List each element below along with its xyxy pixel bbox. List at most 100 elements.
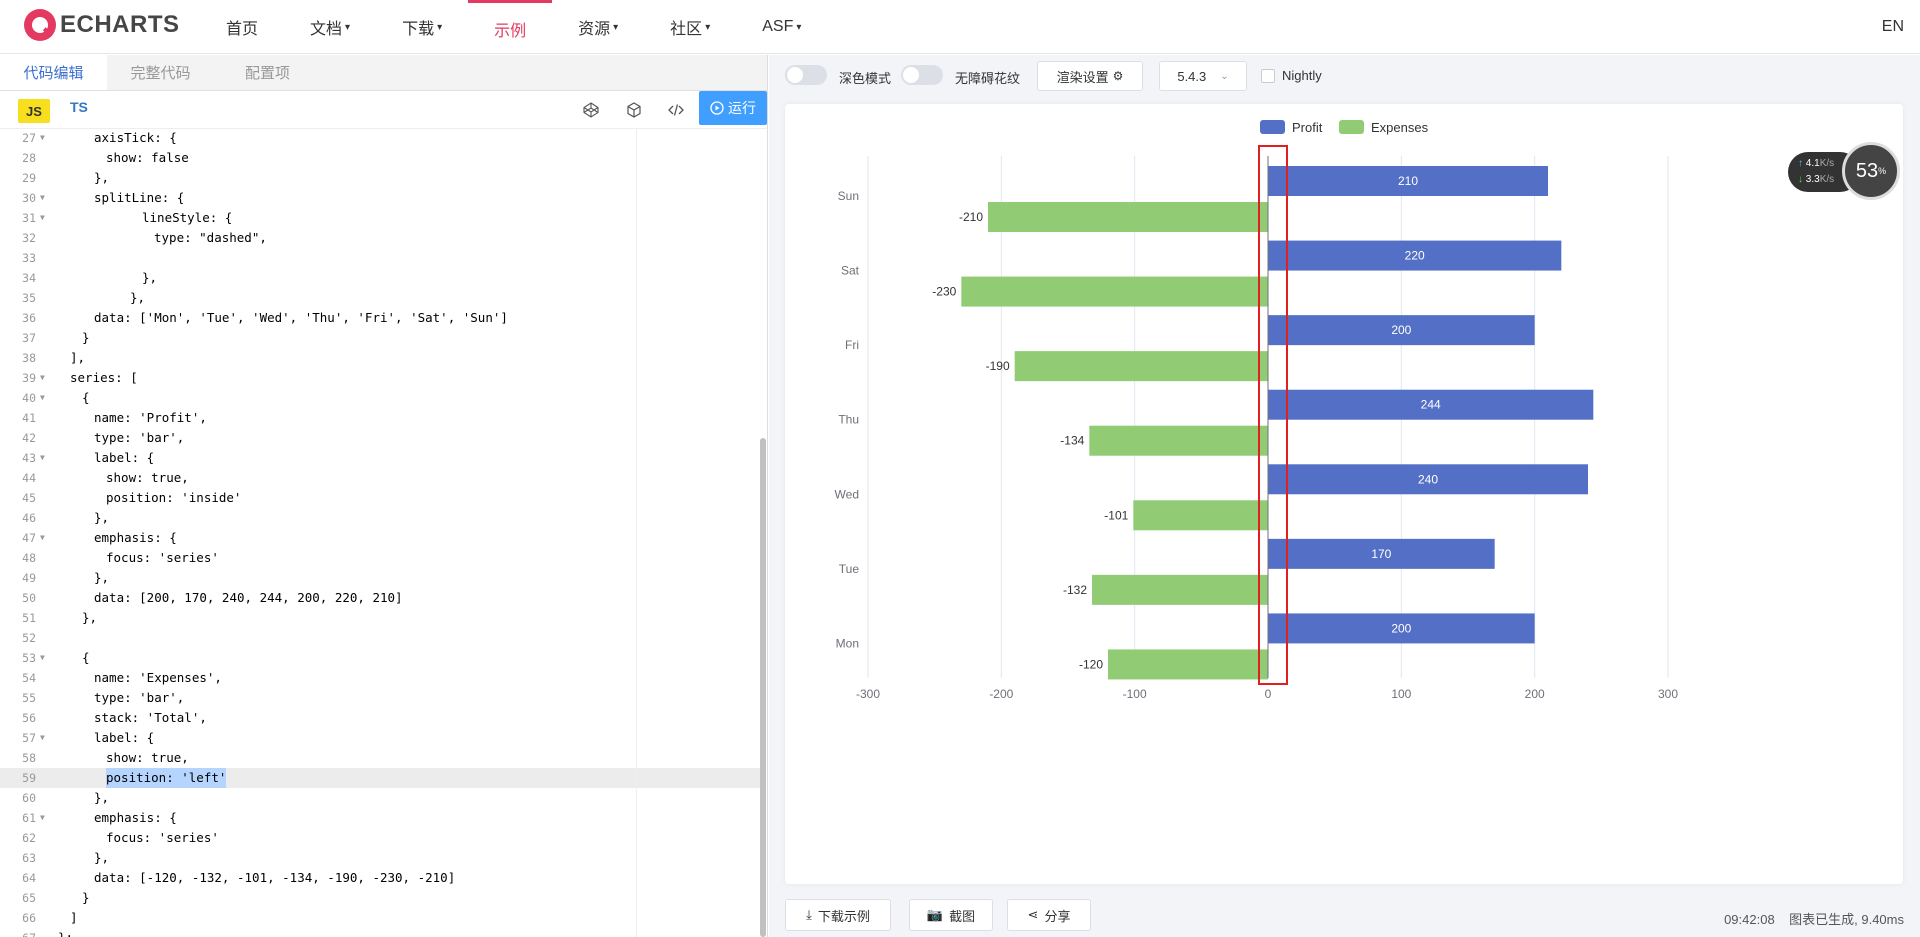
code-line: 47 ▼ emphasis: { xyxy=(0,528,760,548)
editor-scrollbar[interactable] xyxy=(760,438,766,937)
dark-mode-toggle[interactable] xyxy=(785,65,827,85)
version-value: 5.4.3 xyxy=(1177,68,1207,84)
echarts-logo[interactable]: ECHARTS xyxy=(24,9,180,41)
x-tick-label: 200 xyxy=(1525,687,1545,701)
line-number: 34 xyxy=(22,271,36,285)
code-text: focus: 'series' xyxy=(106,830,219,845)
code-text: name: 'Expenses', xyxy=(94,670,222,685)
code-text: type: 'bar', xyxy=(94,430,185,445)
decal-label: 无障碍花纹 xyxy=(955,71,1021,86)
language-switch[interactable]: EN xyxy=(1882,18,1904,36)
status-time: 09:42:08 xyxy=(1724,912,1775,927)
code-text: }, xyxy=(94,170,110,185)
line-number: 58 xyxy=(22,751,36,765)
code-line: 30 ▼ splitLine: { xyxy=(0,188,760,208)
code-line: 46}, xyxy=(0,508,760,528)
code-text: type: 'bar', xyxy=(94,690,185,705)
screenshot-button[interactable]: 📷 截图 xyxy=(909,899,993,931)
expenses-bar xyxy=(1108,649,1268,680)
status-text: 图表已生成, 9.40ms xyxy=(1789,912,1904,927)
nav-item-0[interactable]: 首页 xyxy=(200,0,284,54)
run-button[interactable]: 运行 xyxy=(699,91,767,125)
line-number: 67 xyxy=(0,928,36,937)
lang-js-button[interactable]: JS xyxy=(18,99,50,123)
code-text: { xyxy=(82,390,90,405)
fold-arrow-icon[interactable]: ▼ xyxy=(40,188,45,208)
share-button[interactable]: ⋖ 分享 xyxy=(1007,899,1091,931)
code-text: data: ['Mon', 'Tue', 'Wed', 'Thu', 'Fri'… xyxy=(94,310,508,325)
lang-ts-button[interactable]: TS xyxy=(70,99,88,115)
code-text: focus: 'series' xyxy=(106,550,219,565)
code-text: }; xyxy=(58,928,73,937)
codesandbox-icon[interactable] xyxy=(625,101,643,119)
code-line: 32 type: "dashed", xyxy=(0,228,760,248)
line-number: 54 xyxy=(22,671,36,685)
fold-arrow-icon[interactable]: ▼ xyxy=(40,208,45,228)
line-number: 33 xyxy=(22,251,36,265)
fold-arrow-icon[interactable]: ▼ xyxy=(40,528,45,548)
line-number: 43 xyxy=(22,451,36,465)
tab-code-edit[interactable]: 代码编辑 xyxy=(0,55,107,90)
y-tick-label: Fri xyxy=(845,338,859,352)
tab-options[interactable]: 配置项 xyxy=(214,55,321,90)
expenses-bar-label: -210 xyxy=(959,210,983,224)
code-editor[interactable]: 27 ▼ axisTick: {28 show: false 29}, 30 ▼ splitL… xyxy=(0,128,760,937)
version-select[interactable]: 5.4.3 ⌄ xyxy=(1159,61,1247,91)
code-line: 39 ▼ series: [ xyxy=(0,368,760,388)
code-text: ] xyxy=(70,910,78,925)
download-example-button[interactable]: ⤓ 下载示例 xyxy=(785,899,891,931)
code-line: 57 ▼ label: { xyxy=(0,728,760,748)
fold-arrow-icon[interactable]: ▼ xyxy=(40,448,45,468)
code-text: show: false xyxy=(106,150,189,165)
line-number: 56 xyxy=(22,711,36,725)
code-line: 28 show: false xyxy=(0,148,760,168)
line-number: 44 xyxy=(22,471,36,485)
nav-item-label: 下载 xyxy=(402,21,435,38)
line-number: 59 xyxy=(22,771,36,785)
preview-footer: ⤓ 下载示例 📷 截图 ⋖ 分享 09:42:08 图表已生成, 9.40ms xyxy=(769,893,1920,937)
editor-toolbar: JS TS 运行 xyxy=(0,91,767,129)
line-number: 37 xyxy=(22,331,36,345)
chart[interactable]: -300 -200 -100 0 100 200 300 Mon 200 -120 Tue 170 -1… xyxy=(785,104,1903,884)
line-number: 48 xyxy=(22,551,36,565)
fold-arrow-icon[interactable]: ▼ xyxy=(40,728,45,748)
fold-arrow-icon[interactable]: ▼ xyxy=(40,368,45,388)
fold-arrow-icon[interactable]: ▼ xyxy=(40,388,45,408)
line-number: 31 xyxy=(22,211,36,225)
decal-toggle[interactable] xyxy=(901,65,943,85)
code-line: 34}, xyxy=(0,268,760,288)
line-number: 57 xyxy=(22,731,36,745)
code-line: 43 ▼ label: { xyxy=(0,448,760,468)
code-text: show: true, xyxy=(106,470,189,485)
line-number: 46 xyxy=(22,511,36,525)
play-icon xyxy=(710,101,724,115)
expenses-bar-label: -101 xyxy=(1104,508,1128,522)
nav-item-5[interactable]: 社区 ▾ xyxy=(644,0,736,54)
code-line: 49}, xyxy=(0,568,760,588)
nav-item-6[interactable]: ASF ▾ xyxy=(736,0,827,54)
nav-item-2[interactable]: 下载 ▾ xyxy=(376,0,468,54)
nav-item-3[interactable]: 示例 xyxy=(468,0,553,54)
screenshot-label: 截图 xyxy=(949,908,976,924)
code-text: ], xyxy=(70,350,86,365)
nav-item-4[interactable]: 资源 ▾ xyxy=(552,0,644,54)
embed-code-icon[interactable] xyxy=(667,101,685,119)
code-line: 61 ▼ emphasis: { xyxy=(0,808,760,828)
tab-full-code[interactable]: 完整代码 xyxy=(107,55,214,90)
legend-label: Profit xyxy=(1292,120,1323,135)
profit-bar-label: 210 xyxy=(1398,174,1418,188)
download-unit: K/s xyxy=(1819,174,1835,185)
render-settings-button[interactable]: 渲染设置 ⚙ xyxy=(1037,61,1143,91)
fold-arrow-icon[interactable]: ▼ xyxy=(40,648,45,668)
code-line: 58 show: true, xyxy=(0,748,760,768)
code-text: }, xyxy=(82,610,98,625)
code-line: 55 type: 'bar', xyxy=(0,688,760,708)
fold-arrow-icon[interactable]: ▼ xyxy=(40,808,45,828)
nightly-checkbox[interactable] xyxy=(1261,69,1275,83)
legend-swatch xyxy=(1339,120,1364,134)
nav-item-1[interactable]: 文档 ▾ xyxy=(284,0,376,54)
fold-arrow-icon[interactable]: ▼ xyxy=(40,128,45,148)
code-line: 59 position: 'left' xyxy=(0,768,760,788)
code-text: }, xyxy=(94,790,110,805)
codepen-icon[interactable] xyxy=(582,101,600,119)
